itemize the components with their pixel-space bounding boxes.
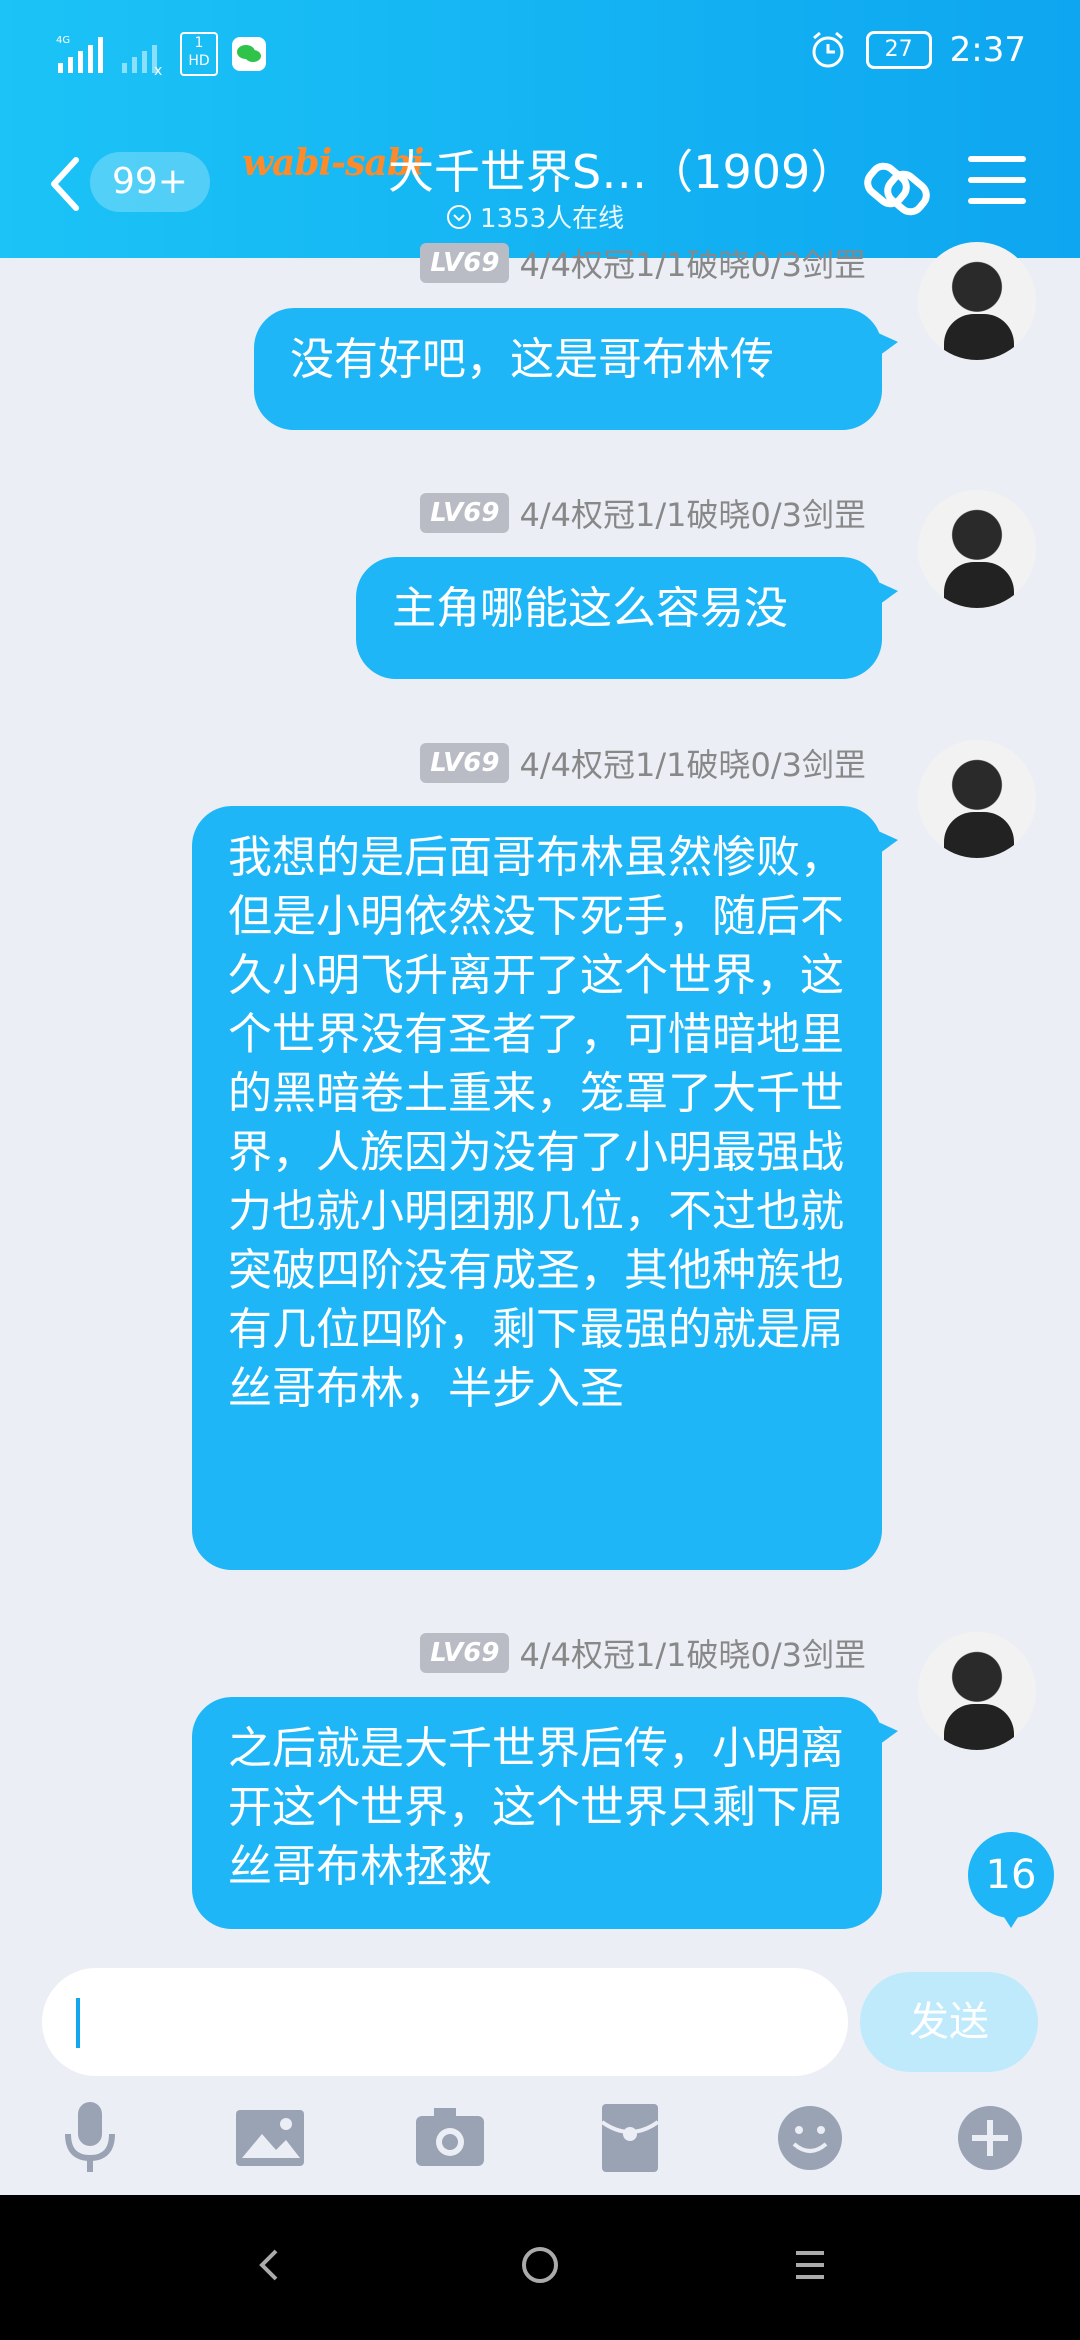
group-title[interactable]: 大千世界S…（1909） <box>388 136 856 202</box>
new-message-badge[interactable]: 16 <box>968 1832 1054 1928</box>
status-right: 27 2:37 <box>808 30 1026 70</box>
sender-meta: LV69 4/4权冠1/1破晓0/3剑罡 <box>420 740 866 786</box>
send-button[interactable]: 发送 <box>860 1972 1038 2072</box>
hd-icon: 1 HD <box>180 32 218 76</box>
unread-badge[interactable]: 99+ <box>90 152 210 212</box>
avatar[interactable] <box>918 242 1036 360</box>
sender-title: 4/4权冠1/1破晓0/3剑罡 <box>519 1636 866 1674</box>
level-badge: LV69 <box>420 1633 510 1673</box>
message-input[interactable] <box>42 1968 848 2076</box>
image-icon[interactable] <box>230 2098 310 2178</box>
menu-icon[interactable] <box>968 156 1026 206</box>
link-icon[interactable] <box>858 148 938 228</box>
sender-title: 4/4权冠1/1破晓0/3剑罡 <box>519 496 866 534</box>
svg-text:4G: 4G <box>56 35 70 46</box>
nav-recents-icon[interactable] <box>780 2235 840 2295</box>
input-bar: 发送 <box>0 1950 1080 2195</box>
avatar[interactable] <box>918 740 1036 858</box>
status-bar: 4G x 1 HD 27 2:37 <box>0 0 1080 110</box>
emoji-icon[interactable] <box>770 2098 850 2178</box>
system-nav-bar <box>0 2195 1080 2340</box>
plus-icon[interactable] <box>950 2098 1030 2178</box>
input-toolbar <box>0 2098 1080 2188</box>
online-count[interactable]: 1353人在线 <box>446 198 624 235</box>
mic-icon[interactable] <box>50 2098 130 2178</box>
wechat-icon <box>232 37 266 71</box>
avatar[interactable] <box>918 490 1036 608</box>
level-badge: LV69 <box>420 493 510 533</box>
text-caret <box>76 1998 80 2048</box>
level-badge: LV69 <box>420 243 510 283</box>
sender-meta: LV69 4/4权冠1/1破晓0/3剑罡 <box>420 490 866 536</box>
chat-header: 4G x 1 HD 27 2:37 99+ wabi-sabi 大千世界S…（1… <box>0 0 1080 258</box>
signal-2-icon: x <box>122 45 162 75</box>
nav-home-icon[interactable] <box>510 2235 570 2295</box>
sender-meta: LV69 4/4权冠1/1破晓0/3剑罡 <box>420 240 866 286</box>
message-bubble[interactable]: 我想的是后面哥布林虽然惨败，但是小明依然没下死手，随后不久小明飞升离开了这个世界… <box>192 806 898 1570</box>
check-circle-icon <box>447 204 471 229</box>
avatar[interactable] <box>918 1632 1036 1750</box>
red-packet-icon[interactable] <box>590 2098 670 2178</box>
svg-text:x: x <box>154 63 162 75</box>
level-badge: LV69 <box>420 743 510 783</box>
sender-title: 4/4权冠1/1破晓0/3剑罡 <box>519 246 866 284</box>
signal-icon: 4G <box>56 35 103 73</box>
camera-icon[interactable] <box>410 2098 490 2178</box>
message-bubble[interactable]: 没有好吧，这是哥布林传 <box>254 308 898 430</box>
battery-indicator: 27 <box>865 31 932 69</box>
sender-meta: LV69 4/4权冠1/1破晓0/3剑罡 <box>420 1630 866 1676</box>
title-bar: 99+ wabi-sabi 大千世界S…（1909） 1353人在线 <box>0 130 1080 250</box>
nav-back-icon[interactable] <box>240 2235 300 2295</box>
clock: 2:37 <box>949 30 1026 70</box>
sender-title: 4/4权冠1/1破晓0/3剑罡 <box>519 746 866 784</box>
status-left: 4G x 1 HD <box>56 32 266 76</box>
message-bubble[interactable]: 之后就是大千世界后传，小明离开这个世界，这个世界只剩下屌丝哥布林拯救 <box>192 1697 898 1929</box>
online-label: 1353人在线 <box>480 204 625 234</box>
message-bubble[interactable]: 主角哪能这么容易没 <box>356 557 898 679</box>
back-icon[interactable] <box>46 154 86 214</box>
alarm-icon <box>812 31 844 68</box>
